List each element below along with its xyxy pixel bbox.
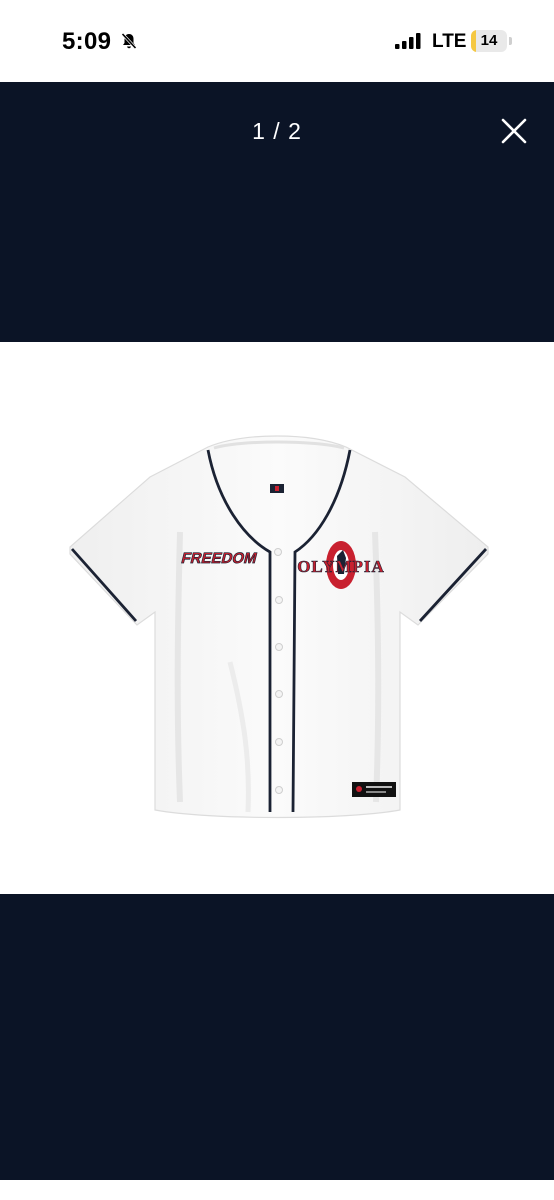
freedom-patch: FREEDOM [179,550,259,567]
battery-icon: 14 [471,30,507,52]
home-indicator-area [0,1180,554,1200]
status-bar: 5:09 LTE 14 [0,0,554,82]
jersey-body [69,435,489,819]
battery-cap [509,37,512,45]
network-type: LTE [432,31,467,52]
baseball-jersey-image: FREEDOM OLYMPIA [69,435,489,819]
svg-text:FREEDOM: FREEDOM [180,550,259,567]
viewer-footer [0,894,554,1180]
product-image[interactable]: FREEDOM OLYMPIA [0,342,554,894]
status-time: 5:09 [62,28,112,55]
svg-text:OLYMPIA: OLYMPIA [297,557,385,576]
bell-slash-icon [121,32,137,50]
image-counter: 1 / 2 [252,118,302,144]
hem-label [352,782,396,797]
viewer-header: 1 / 2 [0,82,554,342]
battery-level-text: 14 [480,32,498,49]
signal-icon [395,33,421,49]
close-icon[interactable] [496,113,532,149]
